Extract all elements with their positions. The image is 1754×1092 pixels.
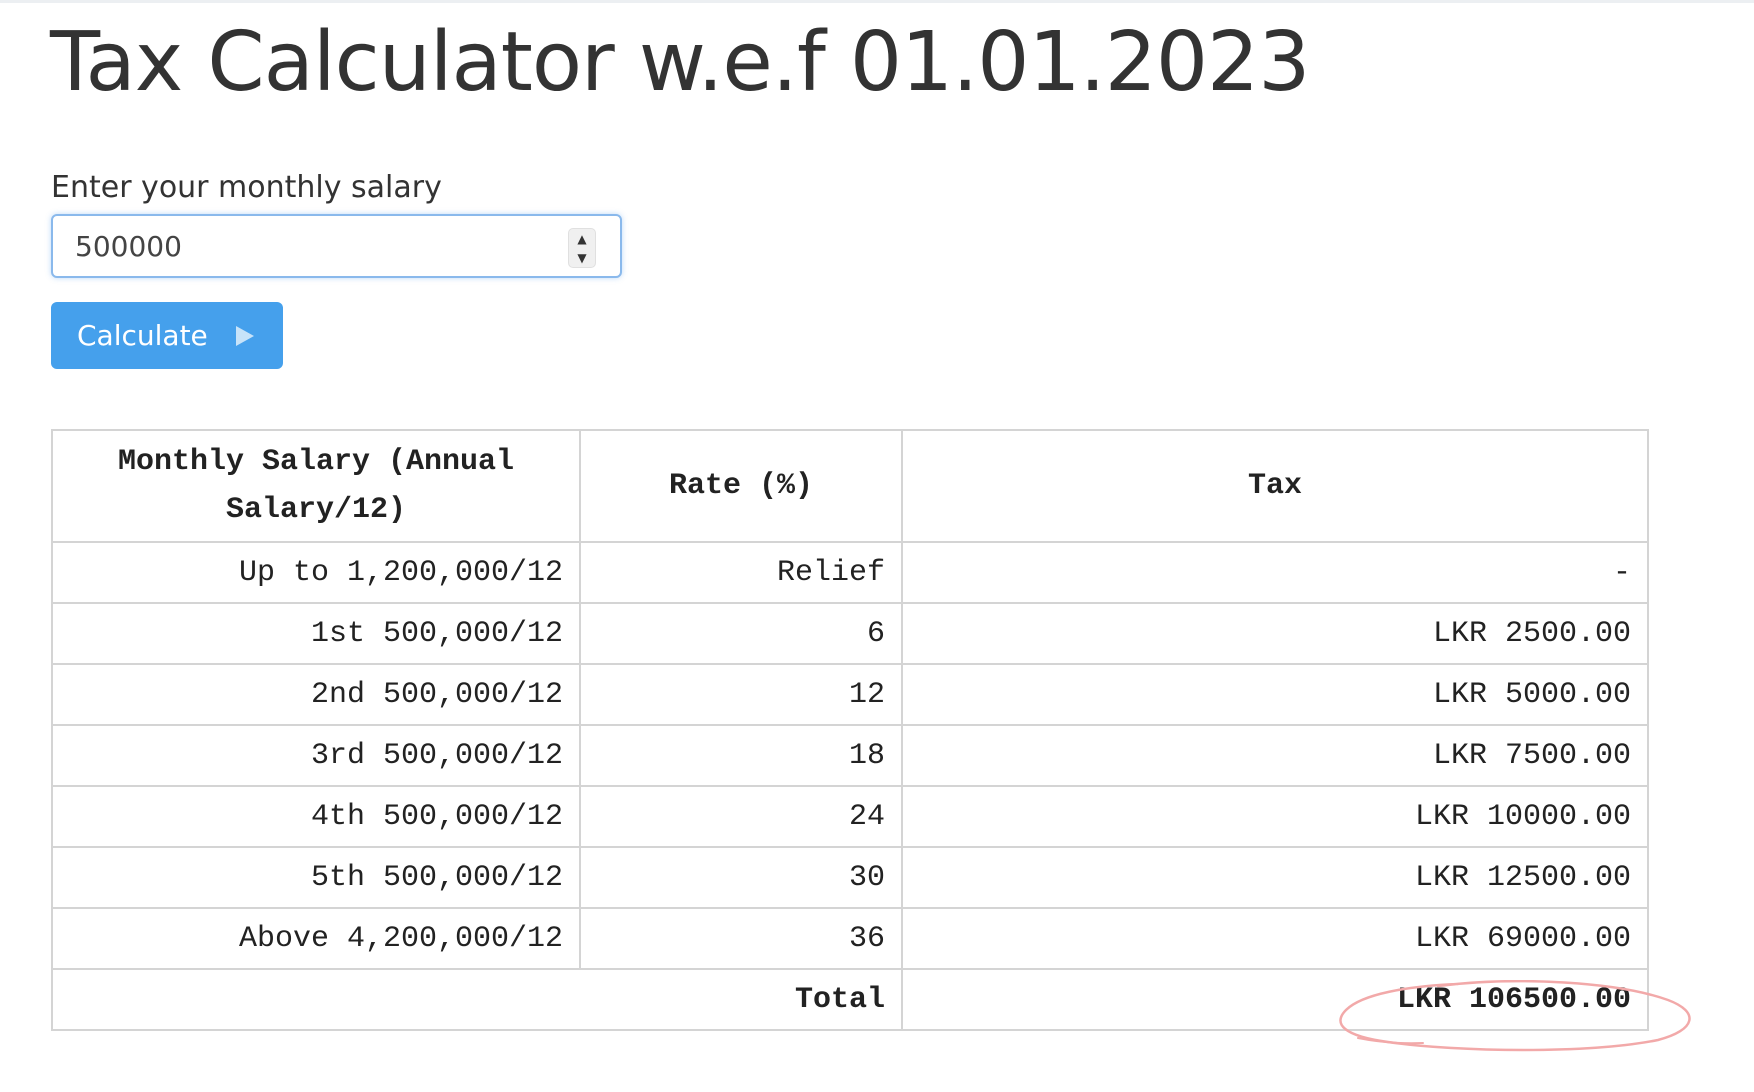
table-row: 5th 500,000/12 30 LKR 12500.00 bbox=[51, 846, 1649, 909]
tax-cell: - bbox=[901, 541, 1649, 604]
table-row: Above 4,200,000/12 36 LKR 69000.00 bbox=[51, 907, 1649, 970]
spin-down-icon[interactable]: ▼ bbox=[569, 248, 595, 267]
total-row: Total LKR 106500.00 bbox=[51, 968, 1649, 1031]
slab-cell: 2nd 500,000/12 bbox=[51, 663, 581, 726]
salary-input[interactable] bbox=[75, 216, 525, 276]
rate-cell: 24 bbox=[579, 785, 903, 848]
salary-field[interactable]: ▲ ▼ bbox=[51, 214, 622, 278]
rate-cell: Relief bbox=[579, 541, 903, 604]
slab-cell: Up to 1,200,000/12 bbox=[51, 541, 581, 604]
play-icon bbox=[235, 325, 254, 346]
page-title: Tax Calculator w.e.f 01.01.2023 bbox=[50, 15, 1310, 110]
spin-up-icon[interactable]: ▲ bbox=[569, 229, 595, 248]
rate-cell: 6 bbox=[579, 602, 903, 665]
tax-cell: LKR 69000.00 bbox=[901, 907, 1649, 970]
rate-cell: 36 bbox=[579, 907, 903, 970]
table-row: Up to 1,200,000/12 Relief - bbox=[51, 541, 1649, 604]
salary-label: Enter your monthly salary bbox=[51, 170, 442, 205]
tax-cell: LKR 5000.00 bbox=[901, 663, 1649, 726]
table-row: 3rd 500,000/12 18 LKR 7500.00 bbox=[51, 724, 1649, 787]
header-rate: Rate (%) bbox=[579, 429, 903, 543]
number-spinner[interactable]: ▲ ▼ bbox=[568, 228, 596, 268]
calculate-button-label: Calculate bbox=[77, 319, 208, 352]
slab-cell: Above 4,200,000/12 bbox=[51, 907, 581, 970]
slab-cell: 4th 500,000/12 bbox=[51, 785, 581, 848]
tax-cell: LKR 7500.00 bbox=[901, 724, 1649, 787]
table-row: 4th 500,000/12 24 LKR 10000.00 bbox=[51, 785, 1649, 848]
rate-cell: 18 bbox=[579, 724, 903, 787]
table-row: 1st 500,000/12 6 LKR 2500.00 bbox=[51, 602, 1649, 665]
rate-cell: 12 bbox=[579, 663, 903, 726]
table-row: 2nd 500,000/12 12 LKR 5000.00 bbox=[51, 663, 1649, 726]
top-border bbox=[0, 0, 1754, 3]
tax-cell: LKR 2500.00 bbox=[901, 602, 1649, 665]
tax-table: Monthly Salary (Annual Salary/12) Rate (… bbox=[51, 429, 1649, 1031]
total-value: LKR 106500.00 bbox=[901, 968, 1649, 1031]
table-header-row: Monthly Salary (Annual Salary/12) Rate (… bbox=[51, 429, 1649, 543]
total-label: Total bbox=[51, 968, 903, 1031]
header-tax: Tax bbox=[901, 429, 1649, 543]
tax-cell: LKR 10000.00 bbox=[901, 785, 1649, 848]
header-monthly-salary: Monthly Salary (Annual Salary/12) bbox=[51, 429, 581, 543]
slab-cell: 1st 500,000/12 bbox=[51, 602, 581, 665]
rate-cell: 30 bbox=[579, 846, 903, 909]
tax-cell: LKR 12500.00 bbox=[901, 846, 1649, 909]
slab-cell: 3rd 500,000/12 bbox=[51, 724, 581, 787]
slab-cell: 5th 500,000/12 bbox=[51, 846, 581, 909]
calculate-button[interactable]: Calculate bbox=[51, 302, 283, 369]
